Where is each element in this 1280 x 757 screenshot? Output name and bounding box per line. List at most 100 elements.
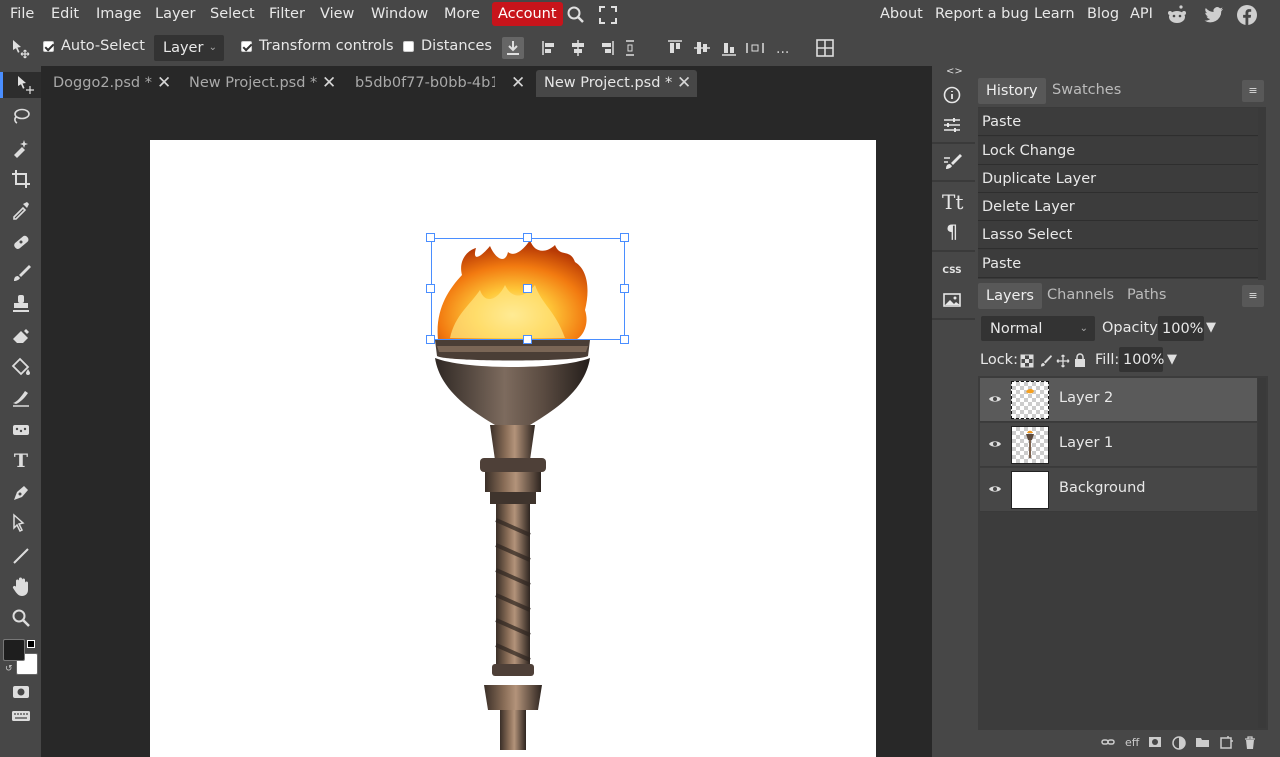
menu-image[interactable]: Image bbox=[96, 0, 141, 28]
menu-view[interactable]: View bbox=[320, 0, 354, 28]
align-center-h-icon[interactable] bbox=[569, 39, 587, 61]
eye-icon[interactable] bbox=[988, 393, 1002, 407]
eye-icon[interactable] bbox=[988, 483, 1002, 497]
new-layer-icon[interactable] bbox=[1219, 736, 1233, 753]
transform-handle[interactable] bbox=[620, 335, 629, 344]
hand-tool-icon[interactable] bbox=[10, 576, 32, 598]
tab-close-icon[interactable]: ✕ bbox=[157, 74, 171, 92]
tab-swatches[interactable]: Swatches bbox=[1052, 82, 1121, 98]
transform-handle[interactable] bbox=[426, 335, 435, 344]
menu-file[interactable]: File bbox=[10, 0, 34, 28]
twitter-icon[interactable] bbox=[1203, 4, 1225, 26]
menu-select[interactable]: Select bbox=[210, 0, 255, 28]
info-icon[interactable] bbox=[942, 85, 962, 105]
account-button[interactable]: Account bbox=[492, 2, 563, 26]
layer-effects-icon[interactable]: eff bbox=[1125, 736, 1139, 749]
path-select-icon[interactable] bbox=[10, 513, 32, 535]
menu-layer[interactable]: Layer bbox=[155, 0, 195, 28]
lock-all-icon[interactable] bbox=[1073, 353, 1087, 372]
eyedropper-icon[interactable] bbox=[10, 199, 32, 221]
tab-doggo2[interactable]: Doggo2.psd * bbox=[53, 70, 152, 97]
pen-tool-icon[interactable] bbox=[10, 482, 32, 504]
history-item[interactable]: Paste bbox=[978, 250, 1258, 278]
history-item[interactable]: Delete Layer bbox=[978, 193, 1258, 221]
align-middle-v-icon[interactable] bbox=[693, 39, 711, 61]
tab-new-project-1[interactable]: New Project.psd * bbox=[189, 70, 317, 97]
history-item[interactable]: Lasso Select bbox=[978, 221, 1258, 249]
smudge-icon[interactable] bbox=[10, 387, 32, 409]
crop-icon[interactable] bbox=[10, 168, 32, 190]
tab-close-icon[interactable]: ✕ bbox=[677, 74, 691, 92]
lock-position-icon[interactable] bbox=[1056, 354, 1070, 372]
swap-colors-icon[interactable]: ↺ bbox=[5, 664, 13, 674]
move-tool-icon[interactable] bbox=[10, 38, 32, 60]
align-top-icon[interactable] bbox=[666, 39, 684, 61]
eraser-icon[interactable] bbox=[10, 325, 32, 347]
distances-checkbox[interactable] bbox=[403, 41, 414, 52]
layer-row-background[interactable]: Background bbox=[980, 468, 1257, 512]
adjustments-icon[interactable] bbox=[942, 115, 962, 135]
default-colors-icon[interactable] bbox=[27, 640, 35, 648]
layer-row-layer-2[interactable]: Layer 2 bbox=[980, 378, 1257, 422]
align-bottom-icon[interactable] bbox=[720, 39, 738, 61]
menu-filter[interactable]: Filter bbox=[269, 0, 305, 28]
new-group-icon[interactable] bbox=[1195, 736, 1210, 751]
tab-history[interactable]: History bbox=[978, 78, 1046, 104]
tab-channels[interactable]: Channels bbox=[1047, 287, 1114, 303]
tab-layers[interactable]: Layers bbox=[978, 283, 1042, 309]
search-icon[interactable] bbox=[566, 5, 586, 25]
quick-mask-icon[interactable] bbox=[10, 681, 32, 703]
transform-controls-checkbox[interactable] bbox=[241, 41, 252, 52]
layer-mask-icon[interactable] bbox=[1148, 736, 1162, 751]
paint-bucket-icon[interactable] bbox=[10, 356, 32, 378]
brush-icon[interactable] bbox=[10, 262, 32, 284]
transform-handle[interactable] bbox=[523, 233, 532, 242]
text-tool-icon[interactable]: T bbox=[10, 450, 32, 472]
align-right-icon[interactable] bbox=[597, 39, 615, 61]
lock-transparency-icon[interactable] bbox=[1020, 354, 1034, 372]
tab-close-icon[interactable]: ✕ bbox=[322, 74, 336, 92]
download-icon[interactable] bbox=[502, 37, 524, 59]
zoom-tool-icon[interactable] bbox=[10, 607, 32, 629]
more-options-button[interactable]: ... bbox=[776, 42, 789, 56]
distribute-h-icon[interactable] bbox=[623, 39, 641, 61]
auto-select-target-dropdown[interactable]: Layer ⌄ bbox=[154, 35, 224, 61]
delete-layer-icon[interactable] bbox=[1243, 736, 1257, 753]
character-icon[interactable]: Tt bbox=[942, 192, 963, 212]
transform-handle[interactable] bbox=[620, 233, 629, 242]
clone-stamp-icon[interactable] bbox=[10, 293, 32, 315]
grid-icon[interactable] bbox=[815, 38, 835, 62]
menu-window[interactable]: Window bbox=[371, 0, 428, 28]
tab-close-icon[interactable]: ✕ bbox=[511, 74, 525, 92]
transform-handle[interactable] bbox=[426, 284, 435, 293]
menu-blog[interactable]: Blog bbox=[1087, 0, 1119, 28]
blend-mode-dropdown[interactable]: Normal ⌄ bbox=[981, 316, 1095, 341]
history-scrollbar[interactable] bbox=[1258, 110, 1266, 280]
line-tool-icon[interactable] bbox=[10, 545, 32, 567]
facebook-icon[interactable] bbox=[1236, 4, 1258, 26]
align-left-icon[interactable] bbox=[541, 39, 559, 61]
menu-edit[interactable]: Edit bbox=[51, 0, 79, 28]
collapse-panels-button[interactable]: <> bbox=[946, 66, 963, 77]
layer-row-layer-1[interactable]: Layer 1 bbox=[980, 423, 1257, 467]
opacity-input[interactable]: 100% bbox=[1158, 316, 1204, 341]
paragraph-icon[interactable]: ¶ bbox=[942, 222, 962, 242]
layers-panel-menu-icon[interactable]: ≡ bbox=[1242, 285, 1264, 307]
quick-select-icon[interactable] bbox=[10, 137, 32, 159]
adjustment-layer-icon[interactable] bbox=[1172, 736, 1186, 753]
link-layers-icon[interactable] bbox=[1101, 736, 1115, 751]
layers-scrollbar[interactable] bbox=[1258, 378, 1266, 728]
menu-learn[interactable]: Learn bbox=[1034, 0, 1075, 28]
image-icon[interactable] bbox=[942, 290, 962, 310]
history-item[interactable]: Duplicate Layer bbox=[978, 165, 1258, 193]
menu-about[interactable]: About bbox=[880, 0, 923, 28]
brush-settings-icon[interactable] bbox=[942, 152, 962, 172]
reddit-icon[interactable] bbox=[1166, 4, 1188, 26]
auto-select-checkbox[interactable] bbox=[43, 41, 54, 52]
css-icon[interactable]: CSS bbox=[942, 261, 962, 281]
distribute-v-icon[interactable] bbox=[745, 39, 765, 61]
opacity-dropdown-icon[interactable]: ▼ bbox=[1206, 320, 1216, 335]
fill-dropdown-icon[interactable]: ▼ bbox=[1167, 352, 1177, 367]
tab-new-project-active[interactable]: New Project.psd * bbox=[536, 70, 697, 97]
eye-icon[interactable] bbox=[988, 438, 1002, 452]
